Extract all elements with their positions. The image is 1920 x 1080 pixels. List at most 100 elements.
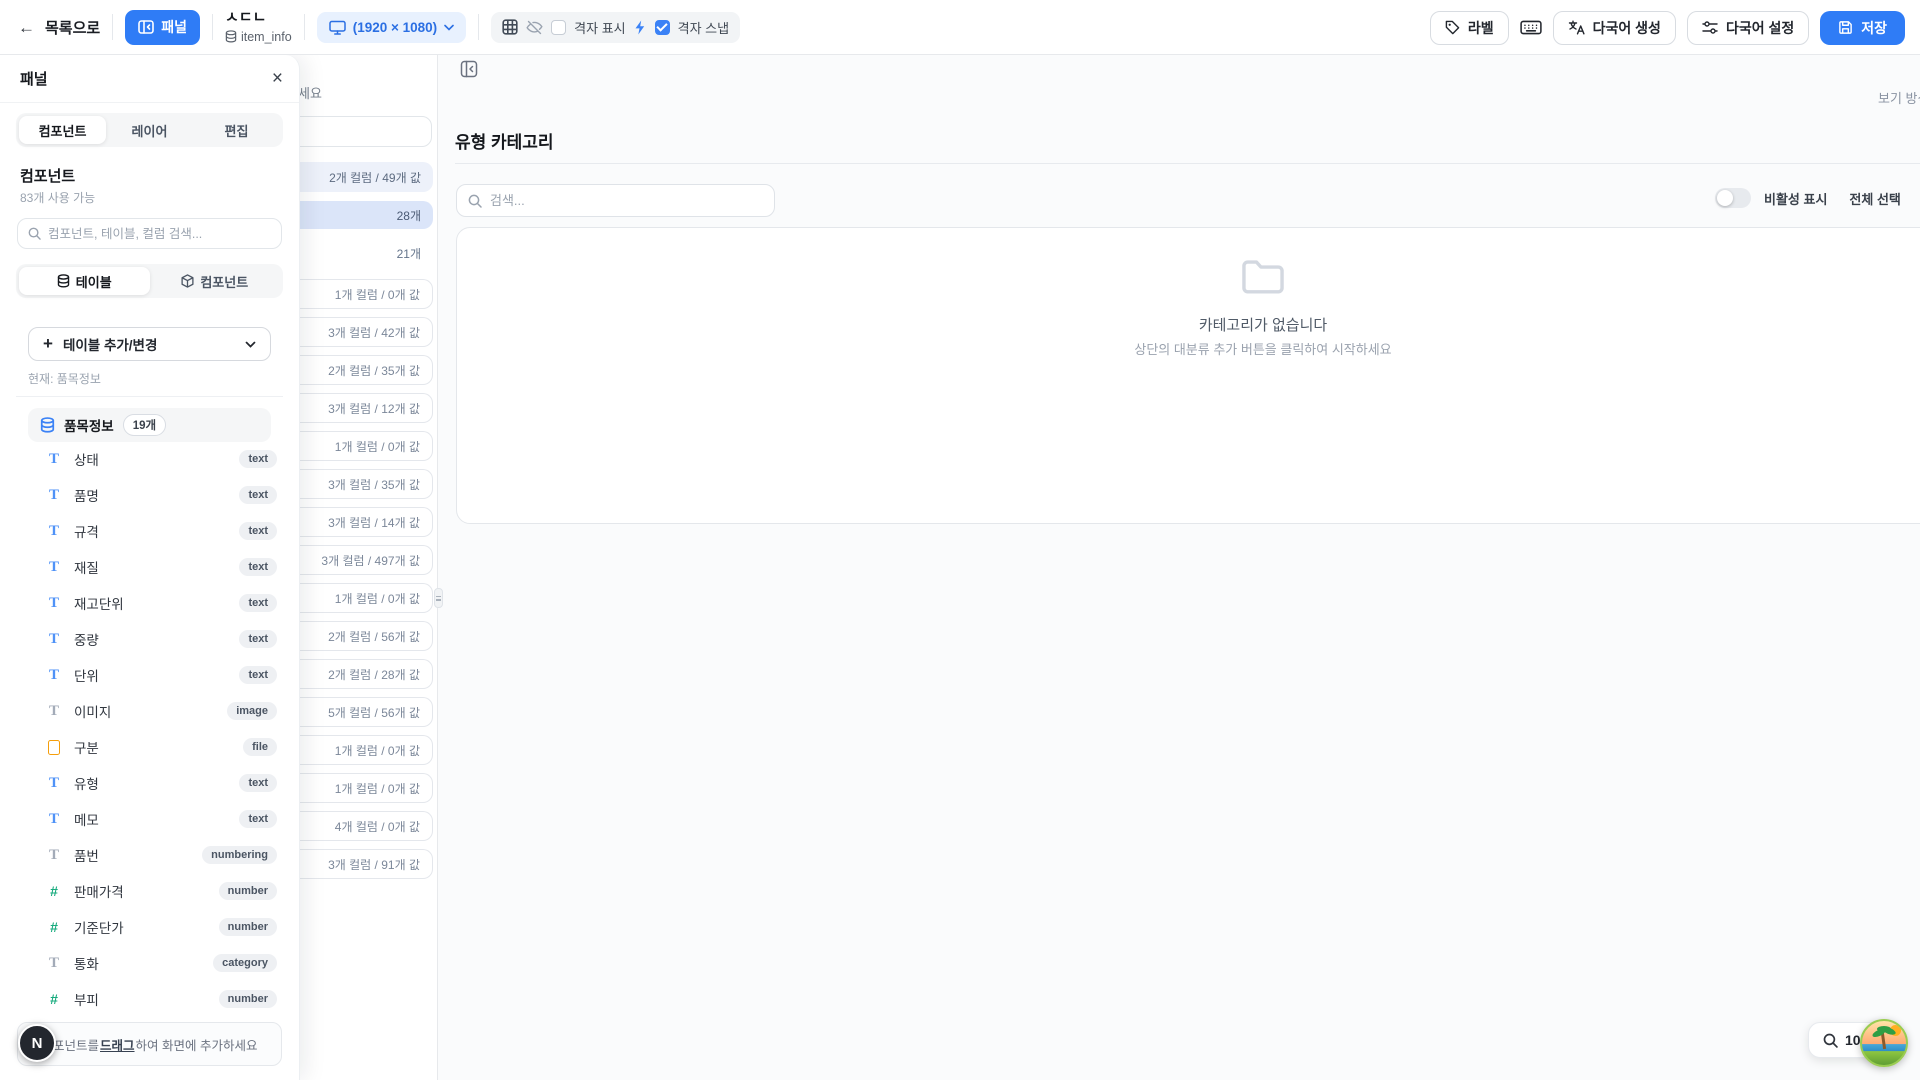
database-icon	[40, 417, 55, 433]
resolution-label: (1920 × 1080)	[353, 20, 437, 35]
show-inactive-toggle[interactable]	[1715, 188, 1751, 208]
panel-resize-handle[interactable]	[434, 588, 443, 608]
field-type-icon	[46, 740, 62, 755]
view-mode-label[interactable]: 보기 방식	[1878, 88, 1920, 107]
field-row[interactable]: 부피 number	[17, 984, 282, 1014]
field-row[interactable]: 구분 file	[17, 732, 282, 762]
components-count: 83개 사용 가능	[20, 189, 95, 206]
close-icon[interactable]: ×	[272, 69, 283, 88]
field-row[interactable]: 재질 text	[17, 552, 282, 582]
i18n-settings-button[interactable]: 다국어 설정	[1687, 11, 1809, 45]
column-stat-label: 2개 컬럼 / 35개 값	[328, 362, 420, 379]
column-stat-label: 3개 컬럼 / 91개 값	[328, 856, 420, 873]
column-stat-label: 1개 컬럼 / 0개 값	[335, 590, 420, 607]
field-row[interactable]: 이미지 image	[17, 696, 282, 726]
divider	[16, 396, 283, 397]
category-empty-panel: 카테고리가 없습니다 상단의 대분류 추가 버튼을 클릭하여 시작하세요	[456, 227, 1920, 524]
table-count-badge: 19개	[123, 414, 166, 436]
search-icon	[28, 227, 41, 240]
field-type-icon	[46, 595, 62, 612]
grid-controls: 격자 표시 격자 스냅	[491, 12, 740, 43]
label-button[interactable]: 라벨	[1430, 11, 1509, 45]
category-search-input[interactable]	[490, 193, 763, 208]
field-row[interactable]: 통화 category	[17, 948, 282, 978]
field-row[interactable]: 판매가격 number	[17, 876, 282, 906]
component-search	[17, 218, 282, 249]
arrow-left-icon: ←	[18, 19, 35, 36]
field-row[interactable]: 품번 numbering	[17, 840, 282, 870]
empty-title: 카테고리가 없습니다	[1199, 314, 1327, 335]
table-name: 품목정보	[64, 415, 114, 435]
add-table-dropdown[interactable]: + 테이블 추가/변경	[28, 327, 271, 361]
tab-layers[interactable]: 레이어	[106, 116, 193, 144]
field-label: 품번	[74, 845, 99, 865]
tab-edit[interactable]: 편집	[193, 116, 280, 144]
category-actions: 비활성 표시 전체 선택 전	[1715, 188, 1920, 208]
field-type-badge: text	[239, 450, 277, 468]
topbar: ← 목록으로 패널 ㅅㄷㄴ item_info	[0, 0, 1920, 55]
field-type-badge: text	[239, 594, 277, 612]
grid-show-label: 격자 표시	[574, 18, 625, 37]
grid-show-checkbox[interactable]	[551, 20, 566, 35]
panel-collapse-button[interactable]	[460, 60, 478, 78]
field-type-badge: number	[219, 918, 277, 936]
select-all-action[interactable]: 전체 선택	[1849, 189, 1900, 208]
column-stat-label: 2개 컬럼 / 28개 값	[328, 666, 420, 683]
magnifier-icon	[1823, 1033, 1838, 1048]
field-row[interactable]: 유형 text	[17, 768, 282, 798]
eye-off-icon[interactable]	[526, 20, 543, 35]
column-stat-label: 1개 컬럼 / 0개 값	[335, 438, 420, 455]
tab-table-label: 테이블	[76, 272, 112, 291]
current-table-label: 현재: 품목정보	[28, 370, 101, 387]
app-root: ← 목록으로 패널 ㅅㄷㄴ item_info	[0, 0, 1920, 1080]
document-table-name: item_info	[241, 30, 292, 44]
tab-components[interactable]: 컴포넌트	[19, 116, 106, 144]
field-label: 구분	[74, 737, 99, 757]
keyboard-shortcuts-button[interactable]	[1520, 19, 1542, 36]
table-item[interactable]: 품목정보 19개	[28, 408, 271, 442]
component-search-input[interactable]	[48, 227, 271, 241]
field-type-badge: text	[239, 630, 277, 648]
document-title: ㅅㄷㄴ	[225, 10, 266, 27]
island-icon[interactable]	[1860, 1019, 1908, 1067]
field-row[interactable]: 단위 text	[17, 660, 282, 690]
field-type-badge: numbering	[202, 846, 277, 864]
workspace: 보기 방식 유형 카테고리 비활성 표시 전체 선택 전	[0, 55, 1920, 1080]
clipped-hint-text: 세요	[298, 83, 322, 102]
field-label: 상태	[74, 449, 99, 469]
field-label: 중량	[74, 629, 99, 649]
save-button[interactable]: 저장	[1820, 11, 1905, 45]
panel-toggle-label: 패널	[161, 17, 187, 37]
field-row[interactable]: 상태 text	[17, 444, 282, 474]
field-type-badge: number	[219, 882, 277, 900]
field-type-icon	[46, 631, 62, 648]
empty-state: 카테고리가 없습니다 상단의 대분류 추가 버튼을 클릭하여 시작하세요	[457, 256, 1920, 358]
field-row[interactable]: 재고단위 text	[17, 588, 282, 618]
field-row[interactable]: 규격 text	[17, 516, 282, 546]
field-type-icon	[46, 703, 62, 720]
tab-table[interactable]: 테이블	[19, 267, 150, 295]
column-stat-label: 2개 컬럼 / 56개 값	[328, 628, 420, 645]
tab-component[interactable]: 컴포넌트	[150, 267, 281, 295]
plus-icon: +	[43, 334, 53, 354]
i18n-generate-button[interactable]: 다국어 생성	[1553, 11, 1676, 45]
panel-toggle-button[interactable]: 패널	[125, 10, 200, 45]
panel-icon	[138, 20, 154, 34]
field-label: 재고단위	[74, 593, 124, 613]
grid-snap-checkbox[interactable]	[655, 20, 670, 35]
field-row[interactable]: 품명 text	[17, 480, 282, 510]
document-table: item_info	[225, 30, 292, 44]
resolution-select[interactable]: (1920 × 1080)	[317, 12, 466, 43]
back-button[interactable]: ← 목록으로	[18, 17, 100, 38]
panel-title: 패널	[20, 68, 48, 89]
column-stat-label: 2개 컬럼 / 49개 값	[329, 169, 421, 186]
field-row[interactable]: 중량 text	[17, 624, 282, 654]
components-section-title: 컴포넌트	[20, 165, 75, 186]
grid-icon[interactable]	[502, 19, 518, 35]
save-icon	[1838, 20, 1853, 35]
field-list: 상태 text 품명 text 규격 text 재질 text	[17, 444, 282, 1020]
i18n-settings-label: 다국어 설정	[1726, 18, 1794, 38]
show-inactive-label: 비활성 표시	[1764, 189, 1827, 208]
field-row[interactable]: 기준단가 number	[17, 912, 282, 942]
field-row[interactable]: 메모 text	[17, 804, 282, 834]
